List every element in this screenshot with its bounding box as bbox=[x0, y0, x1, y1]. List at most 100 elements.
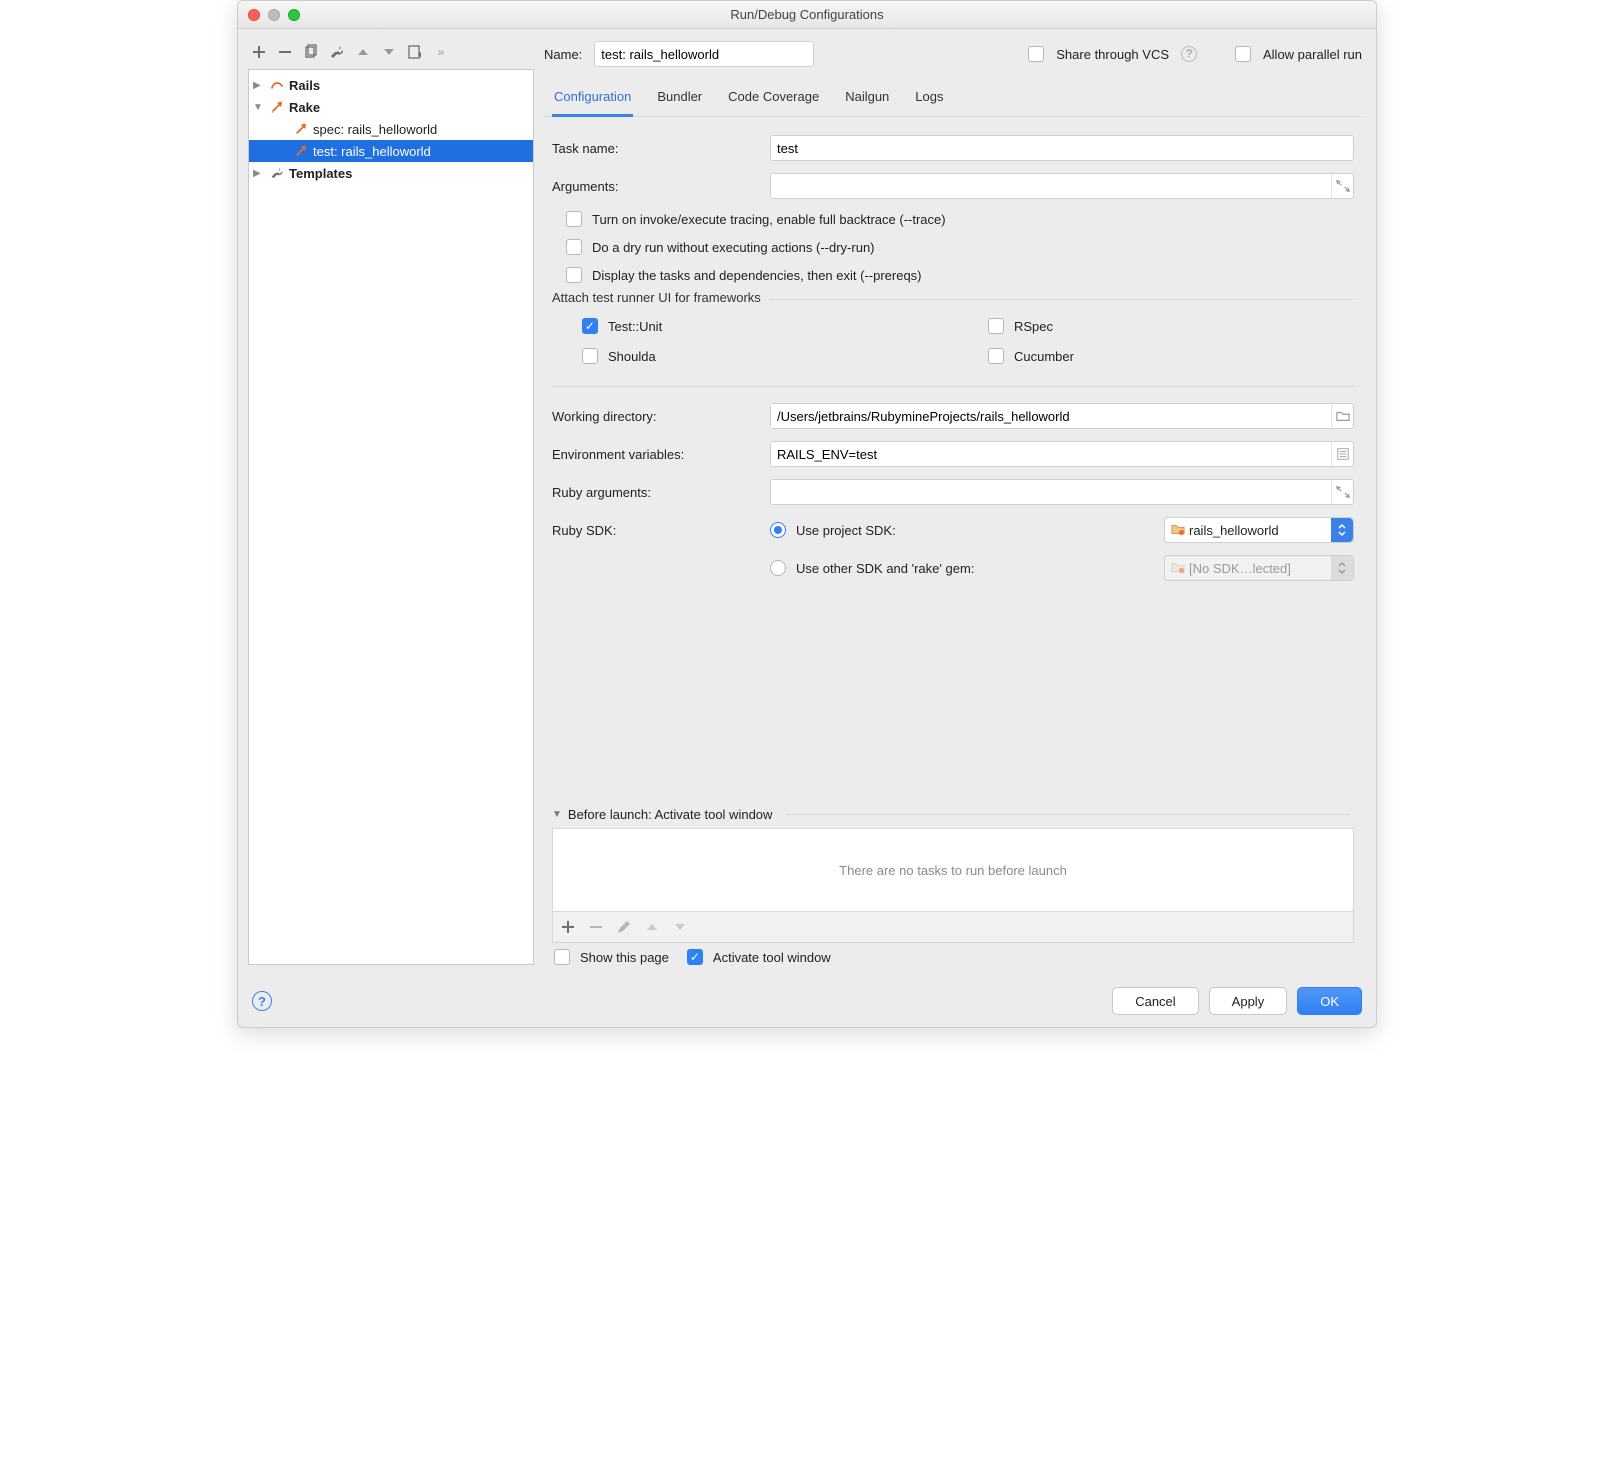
tree-label: spec: rails_helloworld bbox=[313, 122, 437, 137]
tree-label: Rails bbox=[289, 78, 320, 93]
tree-label: Rake bbox=[289, 100, 320, 115]
tab-nailgun[interactable]: Nailgun bbox=[843, 85, 891, 116]
edit-icon bbox=[615, 918, 633, 936]
folder-icon[interactable] bbox=[1331, 404, 1353, 428]
triangle-down-icon: ▼ bbox=[253, 102, 265, 113]
tab-code-coverage[interactable]: Code Coverage bbox=[726, 85, 821, 116]
project-sdk-select[interactable]: rails_helloworld bbox=[1164, 517, 1354, 543]
rake-icon bbox=[293, 143, 309, 159]
ruby-args-input[interactable] bbox=[771, 480, 1331, 504]
testunit-checkbox[interactable] bbox=[582, 318, 598, 334]
move-up-icon[interactable] bbox=[354, 43, 372, 61]
env-vars-input[interactable] bbox=[771, 442, 1331, 466]
remove-icon bbox=[587, 918, 605, 936]
add-icon[interactable] bbox=[250, 43, 268, 61]
other-sdk-select: [No SDK…lected] bbox=[1164, 555, 1354, 581]
rails-icon bbox=[269, 77, 285, 93]
apply-button[interactable]: Apply bbox=[1209, 987, 1288, 1015]
copy-icon[interactable] bbox=[302, 43, 320, 61]
triangle-down-icon[interactable]: ▼ bbox=[552, 809, 562, 820]
rake-icon bbox=[293, 121, 309, 137]
folder-icon bbox=[1171, 560, 1185, 577]
shoulda-checkbox[interactable] bbox=[582, 348, 598, 364]
before-toolbar bbox=[552, 912, 1354, 943]
titlebar: Run/Debug Configurations bbox=[238, 1, 1376, 29]
use-project-sdk-label: Use project SDK: bbox=[796, 523, 896, 538]
activate-window-checkbox[interactable] bbox=[687, 949, 703, 965]
project-sdk-value: rails_helloworld bbox=[1189, 523, 1279, 538]
wrench-icon[interactable] bbox=[328, 43, 346, 61]
chevron-updown-icon bbox=[1331, 518, 1353, 542]
show-page-checkbox[interactable] bbox=[554, 949, 570, 965]
expand-icon[interactable] bbox=[1331, 480, 1353, 504]
rspec-checkbox[interactable] bbox=[988, 318, 1004, 334]
dryrun-label: Do a dry run without executing actions (… bbox=[592, 240, 875, 255]
before-launch-label: Before launch: Activate tool window bbox=[568, 807, 773, 822]
share-vcs-label: Share through VCS bbox=[1056, 47, 1169, 62]
help-icon[interactable]: ? bbox=[1181, 46, 1197, 62]
tree-node-rake-child[interactable]: spec: rails_helloworld bbox=[249, 118, 533, 140]
chevron-right-icon[interactable]: » bbox=[432, 43, 450, 61]
cucumber-checkbox[interactable] bbox=[988, 348, 1004, 364]
testunit-label: Test::Unit bbox=[608, 319, 662, 334]
share-vcs-checkbox[interactable] bbox=[1028, 46, 1044, 62]
allow-parallel-label: Allow parallel run bbox=[1263, 47, 1362, 62]
working-dir-input[interactable] bbox=[771, 404, 1331, 428]
env-vars-label: Environment variables: bbox=[552, 447, 758, 462]
cucumber-label: Cucumber bbox=[1014, 349, 1074, 364]
prereqs-label: Display the tasks and dependencies, then… bbox=[592, 268, 922, 283]
name-label: Name: bbox=[544, 47, 582, 62]
attach-legend: Attach test runner UI for frameworks bbox=[552, 290, 769, 305]
folder-icon bbox=[1171, 522, 1185, 539]
arguments-input[interactable] bbox=[771, 174, 1331, 198]
use-other-sdk-label: Use other SDK and 'rake' gem: bbox=[796, 561, 974, 576]
tree-node-rake[interactable]: ▼ Rake bbox=[249, 96, 533, 118]
before-launch-empty: There are no tasks to run before launch bbox=[839, 863, 1067, 878]
show-page-label: Show this page bbox=[580, 950, 669, 965]
remove-icon[interactable] bbox=[276, 43, 294, 61]
use-other-sdk-radio[interactable] bbox=[770, 560, 786, 576]
tabs: Configuration Bundler Code Coverage Nail… bbox=[544, 79, 1362, 117]
working-dir-label: Working directory: bbox=[552, 409, 758, 424]
tree-node-rake-child-selected[interactable]: test: rails_helloworld bbox=[249, 140, 533, 162]
tree-node-templates[interactable]: ▶ Templates bbox=[249, 162, 533, 184]
config-tree[interactable]: ▶ Rails ▼ Rake spec: rails_helloworld te… bbox=[248, 69, 534, 965]
save-template-icon[interactable] bbox=[406, 43, 424, 61]
expand-icon[interactable] bbox=[1331, 174, 1353, 198]
rake-icon bbox=[269, 99, 285, 115]
other-sdk-value: [No SDK…lected] bbox=[1189, 561, 1291, 576]
window-title: Run/Debug Configurations bbox=[238, 7, 1376, 22]
tree-label: test: rails_helloworld bbox=[313, 144, 431, 159]
shoulda-label: Shoulda bbox=[608, 349, 656, 364]
ok-button[interactable]: OK bbox=[1297, 987, 1362, 1015]
trace-checkbox[interactable] bbox=[566, 211, 582, 227]
task-name-label: Task name: bbox=[552, 141, 758, 156]
tab-bundler[interactable]: Bundler bbox=[655, 85, 704, 116]
tree-node-rails[interactable]: ▶ Rails bbox=[249, 74, 533, 96]
move-down-icon bbox=[671, 918, 689, 936]
move-up-icon bbox=[643, 918, 661, 936]
tree-toolbar: » bbox=[248, 39, 534, 69]
help-button[interactable]: ? bbox=[252, 991, 272, 1011]
triangle-right-icon: ▶ bbox=[253, 80, 265, 91]
tab-configuration[interactable]: Configuration bbox=[552, 85, 633, 117]
cancel-button[interactable]: Cancel bbox=[1112, 987, 1198, 1015]
add-icon[interactable] bbox=[559, 918, 577, 936]
arguments-label: Arguments: bbox=[552, 179, 758, 194]
allow-parallel-checkbox[interactable] bbox=[1235, 46, 1251, 62]
tab-logs[interactable]: Logs bbox=[913, 85, 945, 116]
dryrun-checkbox[interactable] bbox=[566, 239, 582, 255]
list-icon[interactable] bbox=[1331, 442, 1353, 466]
move-down-icon[interactable] bbox=[380, 43, 398, 61]
trace-label: Turn on invoke/execute tracing, enable f… bbox=[592, 212, 946, 227]
task-name-input[interactable] bbox=[770, 135, 1354, 161]
prereqs-checkbox[interactable] bbox=[566, 267, 582, 283]
rspec-label: RSpec bbox=[1014, 319, 1053, 334]
triangle-right-icon: ▶ bbox=[253, 168, 265, 179]
ruby-args-label: Ruby arguments: bbox=[552, 485, 758, 500]
chevron-updown-icon bbox=[1331, 556, 1353, 580]
name-input[interactable] bbox=[594, 41, 814, 67]
wrench-icon bbox=[269, 165, 285, 181]
use-project-sdk-radio[interactable] bbox=[770, 522, 786, 538]
before-launch-list[interactable]: There are no tasks to run before launch bbox=[552, 828, 1354, 912]
